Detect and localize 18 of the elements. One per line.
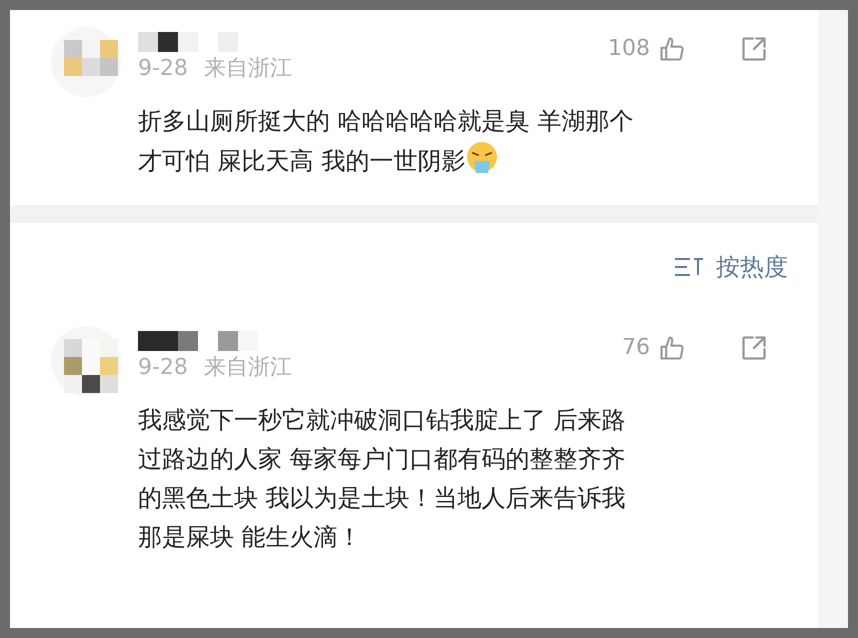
comment-location: 来自浙江 — [204, 357, 292, 379]
thumbs-up-icon[interactable] — [658, 34, 686, 62]
avatar[interactable] — [50, 325, 122, 397]
comment-location: 来自浙江 — [204, 58, 292, 80]
comment-text: 折多山厕所挺大的 哈哈哈哈哈就是臭 羊湖那个 才可怕 屎比天高 我的一世阴影 — [138, 106, 634, 177]
nauseated-face-icon — [465, 141, 500, 175]
like-count: 108 — [608, 35, 650, 63]
comment-date: 9-28 — [138, 357, 188, 379]
sort-button[interactable]: 按热度 — [674, 249, 788, 285]
username-mosaic[interactable] — [138, 331, 258, 351]
like-count: 76 — [622, 334, 650, 362]
thumbs-up-icon[interactable] — [658, 334, 686, 362]
username-mosaic[interactable] — [138, 32, 238, 52]
share-icon[interactable] — [740, 334, 768, 362]
sort-icon — [674, 255, 704, 279]
share-icon[interactable] — [740, 34, 768, 62]
comment-text: 我感觉下一秒它就冲破洞口钻我腚上了 后来路 过路边的人家 每家每户门口都有码的整整齐齐 的黑色土块 我以为是土块！当地人后来告诉我 那是屎块 能生火滴！ — [138, 405, 627, 553]
comment-date: 9-28 — [138, 58, 188, 80]
